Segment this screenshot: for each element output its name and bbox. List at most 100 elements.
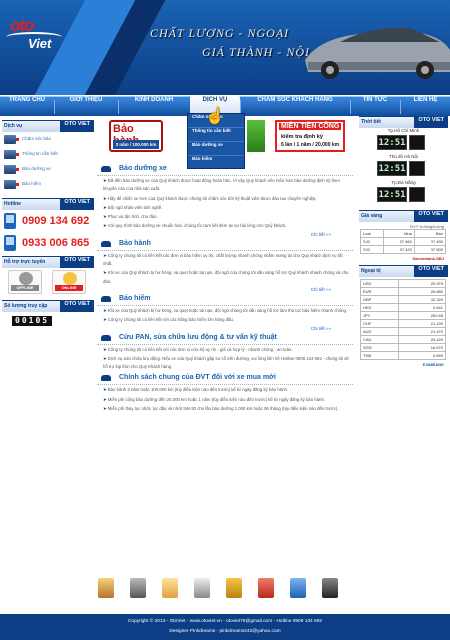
mailbox-icon[interactable]: [290, 578, 306, 598]
table-row: CHF 21.100: [360, 319, 447, 328]
warranty-banner[interactable]: Bảo hành 3 năm / 100.000 km: [109, 120, 163, 152]
dropdown-item-maintenance[interactable]: Bảo dưỡng xe: [188, 142, 244, 156]
read-more-link[interactable]: Chi tiết: [97, 287, 353, 292]
box-tag: OTO VIET: [414, 211, 448, 222]
article-text: Khi xe của Quý khách bị hư hỏng, va quẹt…: [97, 307, 353, 315]
weather-icon: [409, 161, 425, 176]
green-banner-image: [247, 120, 265, 152]
hotline-box-header: Hotline OTO VIET: [2, 198, 94, 210]
table-row: SGD 16.670: [360, 343, 447, 352]
nav-about[interactable]: GIỚI THIỆU: [55, 97, 117, 117]
dropdown-item-info[interactable]: Thông tin cần biết: [188, 128, 244, 142]
nav-home[interactable]: TRANG CHỦ: [0, 97, 54, 117]
shop-icon[interactable]: [162, 578, 178, 598]
gold-title: Giá vàng: [361, 213, 383, 219]
table-row: HKD 2.641: [360, 303, 447, 312]
support-box-header: Hỗ trợ trực tuyến OTO VIET: [2, 256, 94, 268]
gift-icon[interactable]: [258, 578, 274, 598]
phone-icon: [4, 235, 16, 251]
support-title: Hỗ trợ trực tuyến: [4, 259, 46, 265]
service-label: Thông tin cần biết: [22, 151, 58, 156]
clock-city: Tp.Đà Nẵng: [391, 180, 416, 185]
service-item[interactable]: Chăm sóc bảo: [2, 133, 94, 147]
pen-icon[interactable]: [194, 578, 210, 598]
home-icon[interactable]: [98, 578, 114, 598]
hotline-number: 0909 134 692: [22, 215, 90, 227]
article-text: Công ty chúng tôi có liên kết với các đơ…: [97, 346, 353, 354]
article-text: Với quy trình bảo dưỡng xe chuẩn hóa, ch…: [97, 222, 353, 230]
trophy-icon[interactable]: [226, 578, 242, 598]
box-tag: OTO VIET: [414, 266, 448, 277]
article-text: Công ty chúng tôi có liên kết với các hã…: [97, 316, 353, 324]
visit-counter: 00105: [12, 316, 53, 326]
footer-designer: Designer Pinkdreams - pinkdreams242@yaho…: [169, 629, 281, 634]
box-tag: OTO VIET: [60, 199, 94, 210]
article-warranty: Bảo hành Công ty chúng tôi có liên kết c…: [97, 239, 353, 292]
support-status: OFFLINE ONLINE: [2, 268, 94, 298]
gold-box-header: Giá vàng OTO VIET: [359, 210, 448, 222]
free-labor-line1: kiểm tra định kỳ: [281, 134, 323, 140]
gold-price-table: Loại Mua Bán SJC 37.460 37.490 SJC 37.420 37.5…: [360, 229, 447, 254]
car-icon: [101, 240, 111, 247]
yahoo-online-icon[interactable]: ONLINE: [52, 270, 86, 294]
warranty-sub: 3 năm / 100.000 km: [113, 140, 159, 149]
page: oto Viet CHẤT LƯỢNG - NGOẠI GIÁ THÀNH - …: [0, 0, 450, 640]
free-labor-banner[interactable]: MIỄN TIỀN CÔNG kiểm tra định kỳ 5 lần / …: [275, 120, 345, 152]
dropdown-item-insurance[interactable]: Bảo hiểm: [188, 156, 244, 170]
service-item[interactable]: Bảo dưỡng xe: [2, 163, 94, 177]
visits-title: Số lượng truy cập: [4, 303, 48, 309]
article-title[interactable]: Bảo hiểm: [119, 295, 151, 302]
clock-city: Thủ đô Hà Nội: [388, 154, 418, 159]
fx-rate-table: USD 20.975 EUR 26.880 GBP 32.320 HKD 2.641 J…: [360, 279, 447, 360]
article-text: Hãy để chiếc xe hơn của Quý khách được c…: [97, 195, 353, 203]
article-text: Bảo hành 3 năm hoặc 100.000 km (tùy điều…: [97, 386, 353, 394]
service-item[interactable]: Bảo hiểm: [2, 178, 94, 192]
table-row: EUR 26.880: [360, 287, 447, 296]
table-row: SJC 37.420 37.500: [360, 245, 447, 254]
service-label: Bảo dưỡng xe: [22, 166, 51, 171]
yahoo-offline-icon[interactable]: OFFLINE: [8, 270, 42, 294]
article-text: Đã đến bảo dưỡng xe của Quý khách được h…: [97, 177, 353, 194]
hotline-title: Hotline: [4, 201, 21, 207]
table-row: AUD 21.470: [360, 327, 447, 336]
read-more-link[interactable]: Chi tiết: [97, 326, 353, 331]
online-label: ONLINE: [55, 285, 83, 291]
table-row: SJC 37.460 37.490: [360, 237, 447, 246]
read-more-link[interactable]: Chi tiết: [97, 232, 353, 237]
service-thumb: [4, 150, 16, 159]
table-row: JPY 262.65: [360, 311, 447, 320]
visits-box-header: Số lượng truy cập OTO VIET: [2, 300, 94, 312]
article-title[interactable]: Bảo dưỡng xe: [119, 165, 167, 172]
box-tag: OTO VIET: [60, 257, 94, 268]
article-text: Phục vụ tận tình, chu đáo.: [97, 213, 353, 221]
left-sidebar: Dịch vụ OTO VIET Chăm sóc bảo Thông tin …: [2, 120, 94, 330]
table-row: Loại Mua Bán: [360, 229, 447, 238]
article-text: Khi xe của Quý khách bị hư hỏng, va quẹt…: [97, 269, 353, 286]
article-title[interactable]: Bảo hành: [119, 240, 151, 247]
car-icon: [101, 166, 111, 172]
headset-icon[interactable]: [322, 578, 338, 598]
hotline-1[interactable]: 0909 134 692: [2, 210, 94, 232]
clock-hcm: Tp.Hồ Chí Minh 12:51: [359, 128, 448, 154]
service-item[interactable]: Thông tin cần biết: [2, 148, 94, 162]
table-row: GBP 32.320: [360, 295, 447, 304]
free-labor-title: MIỄN TIỀN CÔNG: [279, 123, 342, 130]
table-row: CAD 20.420: [360, 335, 447, 344]
hotline-2[interactable]: 0933 006 865: [2, 232, 94, 254]
clock-hanoi: Thủ đô Hà Nội 12:51: [359, 154, 448, 180]
site-logo[interactable]: oto Viet: [6, 14, 66, 66]
article-title[interactable]: Cứu PAN, sửa chữa lưu động & tư vấn kỹ t…: [119, 334, 277, 341]
phone-icon: [4, 213, 16, 229]
hand-cursor-icon: ☝: [205, 108, 225, 125]
nav-news[interactable]: TIN TỨC: [351, 97, 399, 117]
nav-contact[interactable]: LIÊN HỆ: [401, 97, 450, 117]
clock-box-title: Thời tiết: [361, 119, 381, 125]
hotline-number: 0933 006 865: [22, 237, 90, 249]
service-thumb: [4, 165, 16, 174]
fx-title: Ngoại tệ: [361, 268, 381, 274]
nav-customer-care[interactable]: CHĂM SÓC KHÁCH HÀNG: [241, 97, 349, 117]
service-thumb: [4, 135, 16, 144]
tools-icon[interactable]: [130, 578, 146, 598]
nav-business[interactable]: KINH DOANH: [119, 97, 189, 117]
article-title[interactable]: Chính sách chung của ĐVT đối với xe mua …: [119, 374, 276, 381]
